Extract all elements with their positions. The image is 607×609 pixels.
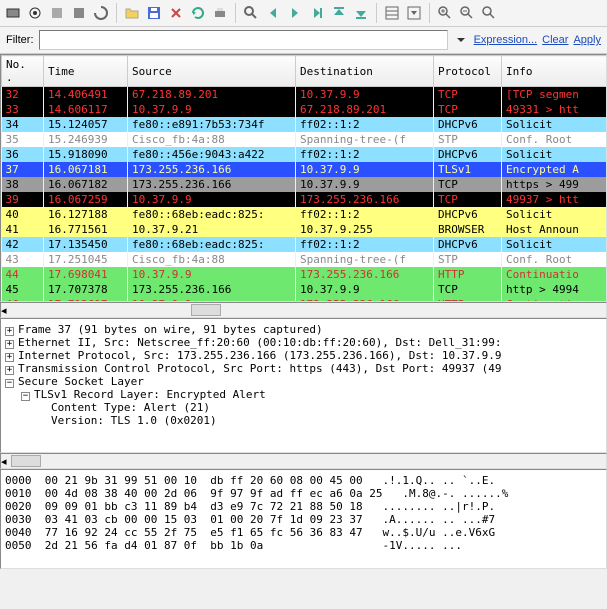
expand-icon[interactable]: − — [5, 379, 14, 388]
find-icon[interactable] — [241, 3, 261, 23]
print-icon[interactable] — [210, 3, 230, 23]
filter-label: Filter: — [6, 34, 34, 46]
table-row[interactable]: 4317.251045Cisco_fb:4a:88Spanning-tree-(… — [2, 252, 607, 267]
col-header[interactable]: Protocol — [434, 56, 502, 87]
table-row[interactable]: 3415.124057fe80::e891:7b53:734fff02::1:2… — [2, 117, 607, 132]
details-hscroll[interactable]: ◂ — [0, 453, 607, 469]
table-row[interactable]: 4016.127188fe80::68eb:eadc:825:ff02::1:2… — [2, 207, 607, 222]
table-row[interactable]: 3816.067182173.255.236.16610.37.9.9TCPht… — [2, 177, 607, 192]
col-header[interactable]: No. . — [2, 56, 44, 87]
filter-input[interactable] — [39, 30, 448, 50]
col-header[interactable]: Source — [128, 56, 296, 87]
table-row[interactable]: 3615.918090fe80::456e:9043:a422ff02::1:2… — [2, 147, 607, 162]
col-header[interactable]: Info — [502, 56, 607, 87]
packet-list[interactable]: No. .TimeSourceDestinationProtocolInfo 3… — [0, 54, 607, 302]
filter-bar: Filter: Expression... Clear Apply — [0, 27, 607, 54]
expand-icon[interactable]: − — [21, 392, 30, 401]
colorize-icon[interactable] — [382, 3, 402, 23]
expression-link[interactable]: Expression... — [474, 34, 538, 46]
filter-dropdown-icon[interactable] — [457, 38, 465, 42]
expand-icon[interactable]: + — [5, 366, 14, 375]
open-icon[interactable] — [122, 3, 142, 23]
packet-bytes[interactable]: 0000 00 21 9b 31 99 51 00 10 db ff 20 60… — [0, 469, 607, 569]
clear-link[interactable]: Clear — [542, 34, 568, 46]
back-icon[interactable] — [263, 3, 283, 23]
forward-icon[interactable] — [285, 3, 305, 23]
expand-icon[interactable]: + — [5, 327, 14, 336]
col-header[interactable]: Time — [44, 56, 128, 87]
table-row[interactable]: 3214.40649167.218.89.20110.37.9.9TCP[TCP… — [2, 87, 607, 103]
start-icon[interactable] — [47, 3, 67, 23]
packet-list-hscroll[interactable]: ◂ — [0, 302, 607, 318]
table-row[interactable]: 3916.06725910.37.9.9173.255.236.166TCP49… — [2, 192, 607, 207]
main-toolbar — [0, 0, 607, 27]
table-row[interactable]: 4417.69804110.37.9.9173.255.236.166HTTPC… — [2, 267, 607, 282]
apply-link[interactable]: Apply — [573, 34, 601, 46]
table-row[interactable]: 3314.60611710.37.9.967.218.89.201TCP4933… — [2, 102, 607, 117]
close-icon[interactable] — [166, 3, 186, 23]
table-row[interactable]: 4116.77156110.37.9.2110.37.9.255BROWSERH… — [2, 222, 607, 237]
expand-icon[interactable]: + — [5, 353, 14, 362]
restart-icon[interactable] — [91, 3, 111, 23]
table-row[interactable]: 4617.71361710.37.9.9173.255.236.166HTTPC… — [2, 297, 607, 302]
gotobot-icon[interactable] — [351, 3, 371, 23]
autoscroll-icon[interactable] — [404, 3, 424, 23]
options-icon[interactable] — [25, 3, 45, 23]
packet-details[interactable]: +Frame 37 (91 bytes on wire, 91 bytes ca… — [0, 318, 607, 453]
col-header[interactable]: Destination — [296, 56, 434, 87]
table-row[interactable]: 4517.707378173.255.236.16610.37.9.9TCPht… — [2, 282, 607, 297]
zoom-in-icon[interactable] — [435, 3, 455, 23]
expand-icon[interactable]: + — [5, 340, 14, 349]
jump-icon[interactable] — [307, 3, 327, 23]
interfaces-icon[interactable] — [3, 3, 23, 23]
stop-icon[interactable] — [69, 3, 89, 23]
table-row[interactable]: 4217.135450fe80::68eb:eadc:825:ff02::1:2… — [2, 237, 607, 252]
table-row[interactable]: 3515.246939Cisco_fb:4a:88Spanning-tree-(… — [2, 132, 607, 147]
table-row[interactable]: 3716.067181173.255.236.16610.37.9.9TLSv1… — [2, 162, 607, 177]
zoom-out-icon[interactable] — [457, 3, 477, 23]
zoom-reset-icon[interactable] — [479, 3, 499, 23]
gototop-icon[interactable] — [329, 3, 349, 23]
reload-icon[interactable] — [188, 3, 208, 23]
save-icon[interactable] — [144, 3, 164, 23]
